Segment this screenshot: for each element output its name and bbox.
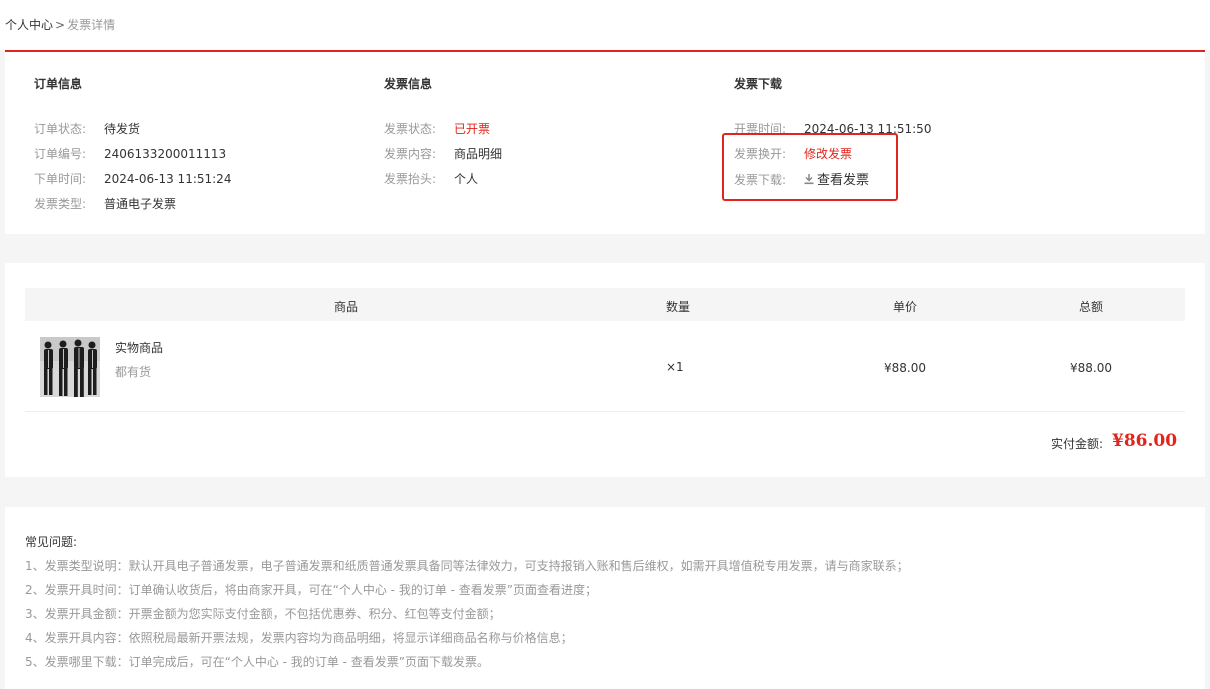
header-product: 商品 xyxy=(334,300,359,314)
invoice-content-value: 商品明细 xyxy=(454,147,503,161)
faq-card: 常见问题: 1、发票类型说明：默认开具电子普通发票，电子普通发票和纸质普通发票具… xyxy=(5,507,1205,689)
order-time-value: 2024-06-13 11:51:24 xyxy=(104,172,232,186)
goods-card: 商品 数量 单价 总额 实物商品 都有货 ×1 ¥88.00 ¥88.00 实付… xyxy=(5,263,1205,477)
header-unit-price: 单价 xyxy=(893,300,918,314)
faq-item: 3、发票开具金额：开票金额为您实际支付金额，不包括优惠券、积分、红包等支付金额； xyxy=(25,607,501,621)
product-name[interactable]: 实物商品 xyxy=(115,339,163,356)
goods-table-header: 商品 数量 单价 总额 xyxy=(25,288,1185,321)
faq-item: 5、发票哪里下载：订单完成后，可在“个人中心 - 我的订单 - 查看发票”页面下… xyxy=(25,655,489,669)
invoice-header-row: 发票抬头: 个人 xyxy=(384,170,478,187)
breadcrumb: 个人中心 > 发票详情 xyxy=(5,16,115,33)
invoice-content-row: 发票内容: 商品明细 xyxy=(384,145,502,162)
header-total: 总额 xyxy=(1079,300,1104,314)
faq-item: 1、发票类型说明：默认开具电子普通发票，电子普通发票和纸质普通发票具备同等法律效… xyxy=(25,559,909,573)
invoice-type-row: 发票类型: 普通电子发票 xyxy=(34,195,176,212)
invoice-info-title: 发票信息 xyxy=(384,77,433,91)
invoice-status-row: 发票状态: 已开票 xyxy=(384,120,490,137)
order-time-label: 下单时间: xyxy=(34,172,87,186)
order-number-value: 2406133200011113 xyxy=(104,147,227,161)
order-status-label: 订单状态: xyxy=(34,122,87,136)
invoice-type-value: 普通电子发票 xyxy=(104,197,177,211)
invoice-header-label: 发票抬头: xyxy=(384,172,437,186)
invoice-download-title: 发票下载 xyxy=(734,77,783,91)
order-number-label: 订单编号: xyxy=(34,147,87,161)
invoice-header-value: 个人 xyxy=(454,172,479,186)
paid-amount-label: 实付金额: xyxy=(1051,437,1104,451)
faq-item: 2、发票开具时间：订单确认收货后，将由商家开具，可在“个人中心 - 我的订单 -… xyxy=(25,583,597,597)
product-stock: 都有货 xyxy=(115,365,152,379)
header-quantity: 数量 xyxy=(666,300,691,314)
breadcrumb-current: 发票详情 xyxy=(67,18,116,32)
invoice-info-card: 订单信息 订单状态: 待发货 订单编号: 2406133200011113 下单时间… xyxy=(5,52,1205,234)
order-number-row: 订单编号: 2406133200011113 xyxy=(34,145,226,162)
goods-divider xyxy=(25,411,1185,412)
product-thumbnail[interactable] xyxy=(40,337,100,397)
product-total: ¥88.00 xyxy=(1070,361,1112,375)
invoice-status-value: 已开票 xyxy=(454,122,491,136)
product-image xyxy=(40,337,100,397)
paid-amount-value: ¥86.00 xyxy=(1112,431,1178,451)
breadcrumb-separator: > xyxy=(55,18,66,32)
faq-title: 常见问题: xyxy=(25,535,78,549)
product-unit-price: ¥88.00 xyxy=(884,361,926,375)
breadcrumb-bar: 个人中心 > 发票详情 xyxy=(0,0,1210,50)
invoice-content-label: 发票内容: xyxy=(384,147,437,161)
order-status-row: 订单状态: 待发货 xyxy=(34,120,140,137)
breadcrumb-home-link[interactable]: 个人中心 xyxy=(5,18,53,32)
product-quantity: ×1 xyxy=(666,360,684,374)
highlight-box xyxy=(722,133,898,201)
faq-item: 4、发票开具内容：依照税局最新开票法规，发票内容均为商品明细，将显示详细商品名称… xyxy=(25,631,573,645)
invoice-status-label: 发票状态: xyxy=(384,122,437,136)
order-status-value: 待发货 xyxy=(104,122,141,136)
order-info-title: 订单信息 xyxy=(34,77,83,91)
invoice-type-label: 发票类型: xyxy=(34,197,87,211)
order-time-row: 下单时间: 2024-06-13 11:51:24 xyxy=(34,170,231,187)
